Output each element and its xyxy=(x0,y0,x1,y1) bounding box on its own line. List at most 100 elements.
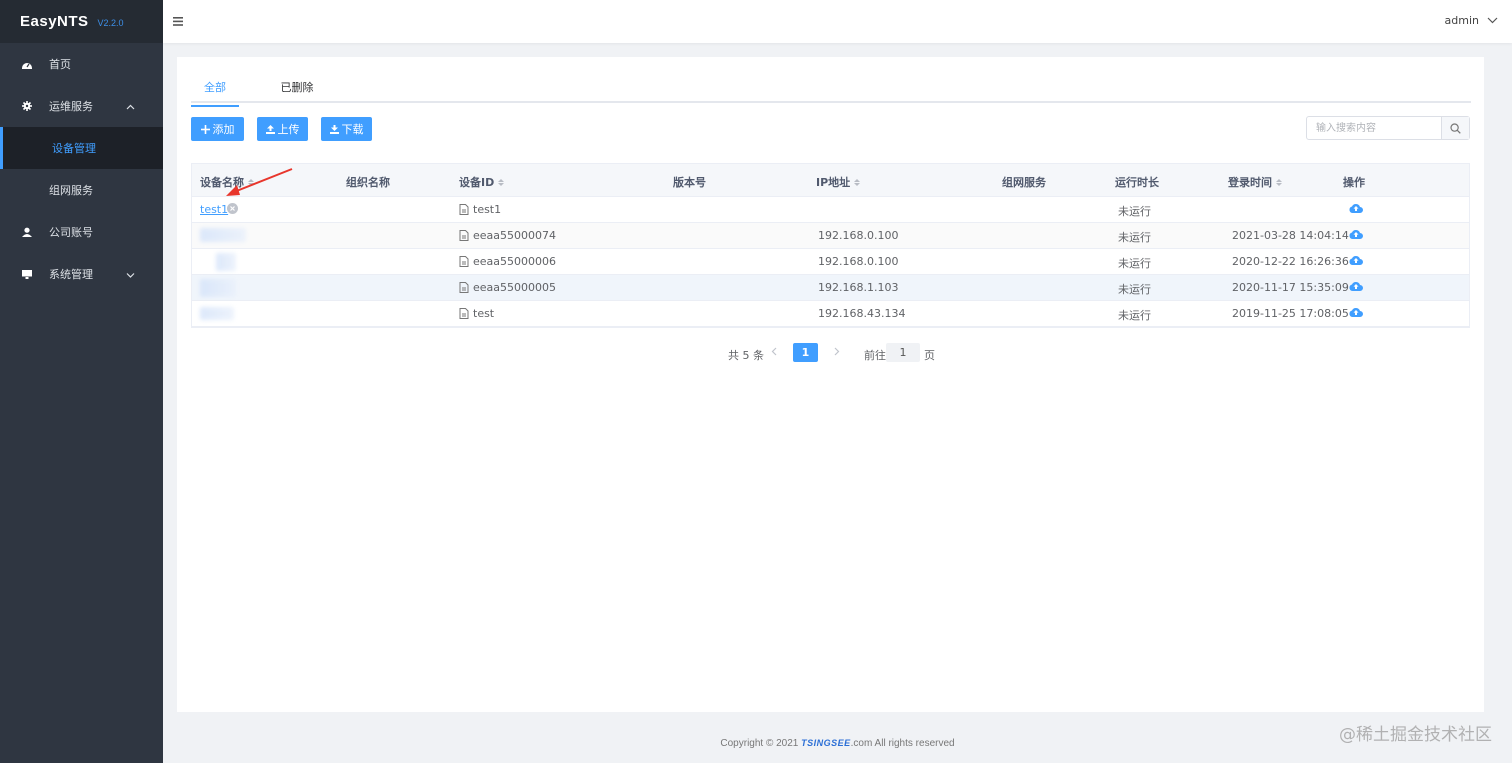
main-card: 全部 已删除 添加 上传 下载 设备名称 组织名称 设备ID xyxy=(177,57,1484,712)
sidebar-item-network-service[interactable]: 组网服务 xyxy=(0,169,163,211)
col-header-label: 运行时长 xyxy=(1115,176,1159,189)
upload-label: 上传 xyxy=(277,123,300,136)
runtime-cell: 未运行 xyxy=(1118,231,1151,244)
file-icon xyxy=(459,308,469,319)
table-row: test 192.168.43.134 未运行 2019-11-25 17:08… xyxy=(192,301,1469,327)
username: admin xyxy=(1444,14,1479,27)
add-button[interactable]: 添加 xyxy=(191,117,244,141)
sidebar-item-label: 设备管理 xyxy=(52,142,96,155)
watermark: @稀土掘金技术社区 xyxy=(1339,725,1492,745)
goto-prefix: 前往 xyxy=(864,349,886,362)
app-name: EasyNTS xyxy=(20,13,89,30)
upload-button[interactable]: 上传 xyxy=(257,117,308,141)
goto-page-input[interactable]: 1 xyxy=(886,343,920,362)
device-id-cell: eeaa55000006 xyxy=(459,255,556,268)
page-number-current[interactable]: 1 xyxy=(793,343,818,362)
col-header-version: 版本号 xyxy=(673,174,706,190)
upload-icon xyxy=(265,124,275,134)
ip-cell: 192.168.0.100 xyxy=(818,229,899,242)
sidebar-item-label: 运维服务 xyxy=(49,100,93,113)
col-header-label: 设备ID xyxy=(459,176,495,189)
cloud-upload-icon[interactable] xyxy=(1349,255,1363,268)
search-button[interactable] xyxy=(1441,117,1469,139)
search-icon xyxy=(1450,122,1461,134)
sort-icon[interactable] xyxy=(1276,178,1282,186)
app-version: V2.2.0 xyxy=(97,18,124,28)
sidebar-item-ops[interactable]: 运维服务 xyxy=(0,85,163,127)
file-icon xyxy=(459,204,469,215)
sort-icon[interactable] xyxy=(854,178,861,186)
gear-icon xyxy=(22,101,32,111)
redacted-name xyxy=(200,228,246,242)
col-header-device-id[interactable]: 设备ID xyxy=(459,174,505,190)
annotation-arrow-icon xyxy=(226,168,293,196)
sidebar-item-label: 公司账号 xyxy=(49,226,93,239)
device-id-text: eeaa55000006 xyxy=(473,255,557,268)
chevron-down-icon xyxy=(1487,17,1498,24)
table-row: eeaa55000074 192.168.0.100 未运行 2021-03-2… xyxy=(192,223,1469,249)
user-menu[interactable]: admin xyxy=(1445,14,1498,27)
device-id-cell: test1 xyxy=(459,203,501,216)
col-header-label: 组网服务 xyxy=(1002,176,1046,189)
chevron-up-icon xyxy=(126,100,135,113)
device-id-text: eeaa55000074 xyxy=(473,229,557,242)
goto-suffix: 页 xyxy=(924,349,935,362)
footer: Copyright © 2021 TSINGSEE.com All rights… xyxy=(163,738,1512,749)
cloud-upload-icon[interactable] xyxy=(1349,229,1363,242)
sidebar-item-company-account[interactable]: 公司账号 xyxy=(0,211,163,253)
login-time-cell: 2020-12-22 16:26:36 xyxy=(1232,255,1349,268)
col-header-label: IP地址 xyxy=(816,176,851,189)
cloud-upload-icon[interactable] xyxy=(1349,203,1363,216)
prev-page-icon[interactable] xyxy=(771,346,777,359)
monitor-icon xyxy=(22,269,32,279)
col-header-network: 组网服务 xyxy=(1002,174,1046,190)
brand-logo[interactable]: EasyNTS V2.2.0 xyxy=(0,0,163,43)
redacted-name xyxy=(200,307,234,320)
redacted-name xyxy=(216,253,236,271)
ip-cell: 192.168.0.100 xyxy=(818,255,899,268)
sidebar-item-label: 系统管理 xyxy=(49,268,93,281)
download-icon xyxy=(329,124,339,134)
next-page-icon[interactable] xyxy=(834,346,840,359)
login-time-cell: 2020-11-17 15:35:09 xyxy=(1232,281,1349,294)
table-header: 设备名称 组织名称 设备ID 版本号 IP地址 组网服务 运行时长 登录时间 操… xyxy=(192,164,1469,197)
file-icon xyxy=(459,282,469,293)
dashboard-icon xyxy=(22,59,32,69)
pagination-total: 共 5 条 xyxy=(728,349,764,362)
device-id-cell: test xyxy=(459,307,494,320)
clear-icon[interactable] xyxy=(227,203,238,214)
sort-icon[interactable] xyxy=(498,178,505,186)
copyright-text: Copyright © 2021 xyxy=(720,738,802,749)
cloud-upload-icon[interactable] xyxy=(1349,307,1363,320)
pagination: 共 5 条 1 前往 1 页 xyxy=(177,343,1484,363)
device-id-text: test1 xyxy=(473,203,502,216)
device-id-cell: eeaa55000074 xyxy=(459,229,556,242)
col-header-action: 操作 xyxy=(1343,174,1365,190)
chevron-down-icon xyxy=(126,268,135,281)
sidebar-item-home[interactable]: 首页 xyxy=(0,43,163,85)
runtime-cell: 未运行 xyxy=(1118,205,1151,218)
user-icon xyxy=(22,227,32,237)
runtime-cell: 未运行 xyxy=(1118,309,1151,322)
footer-brand: TSINGSEE xyxy=(801,738,851,748)
hamburger-menu-icon[interactable] xyxy=(173,16,183,29)
col-header-ip[interactable]: IP地址 xyxy=(816,174,861,190)
device-name-link[interactable]: test1 xyxy=(200,203,228,216)
device-id-text: test xyxy=(473,307,495,320)
cloud-upload-icon[interactable] xyxy=(1349,281,1363,294)
download-button[interactable]: 下载 xyxy=(321,117,372,141)
top-bar: admin xyxy=(163,0,1512,43)
login-time-cell: 2021-03-28 14:04:14 xyxy=(1232,229,1349,242)
tab-all[interactable]: 全部 xyxy=(191,79,239,107)
file-icon xyxy=(459,230,469,241)
sidebar-item-system-management[interactable]: 系统管理 xyxy=(0,253,163,295)
tab-deleted[interactable]: 已删除 xyxy=(275,79,319,105)
runtime-cell: 未运行 xyxy=(1118,257,1151,270)
sidebar-item-label: 组网服务 xyxy=(49,184,93,197)
file-icon xyxy=(459,256,469,267)
runtime-cell: 未运行 xyxy=(1118,283,1151,296)
sidebar-item-device-management[interactable]: 设备管理 xyxy=(0,127,163,169)
col-header-login-time[interactable]: 登录时间 xyxy=(1228,174,1282,190)
table-row: eeaa55000005 192.168.1.103 未运行 2020-11-1… xyxy=(192,275,1469,301)
search-input[interactable] xyxy=(1307,117,1441,139)
